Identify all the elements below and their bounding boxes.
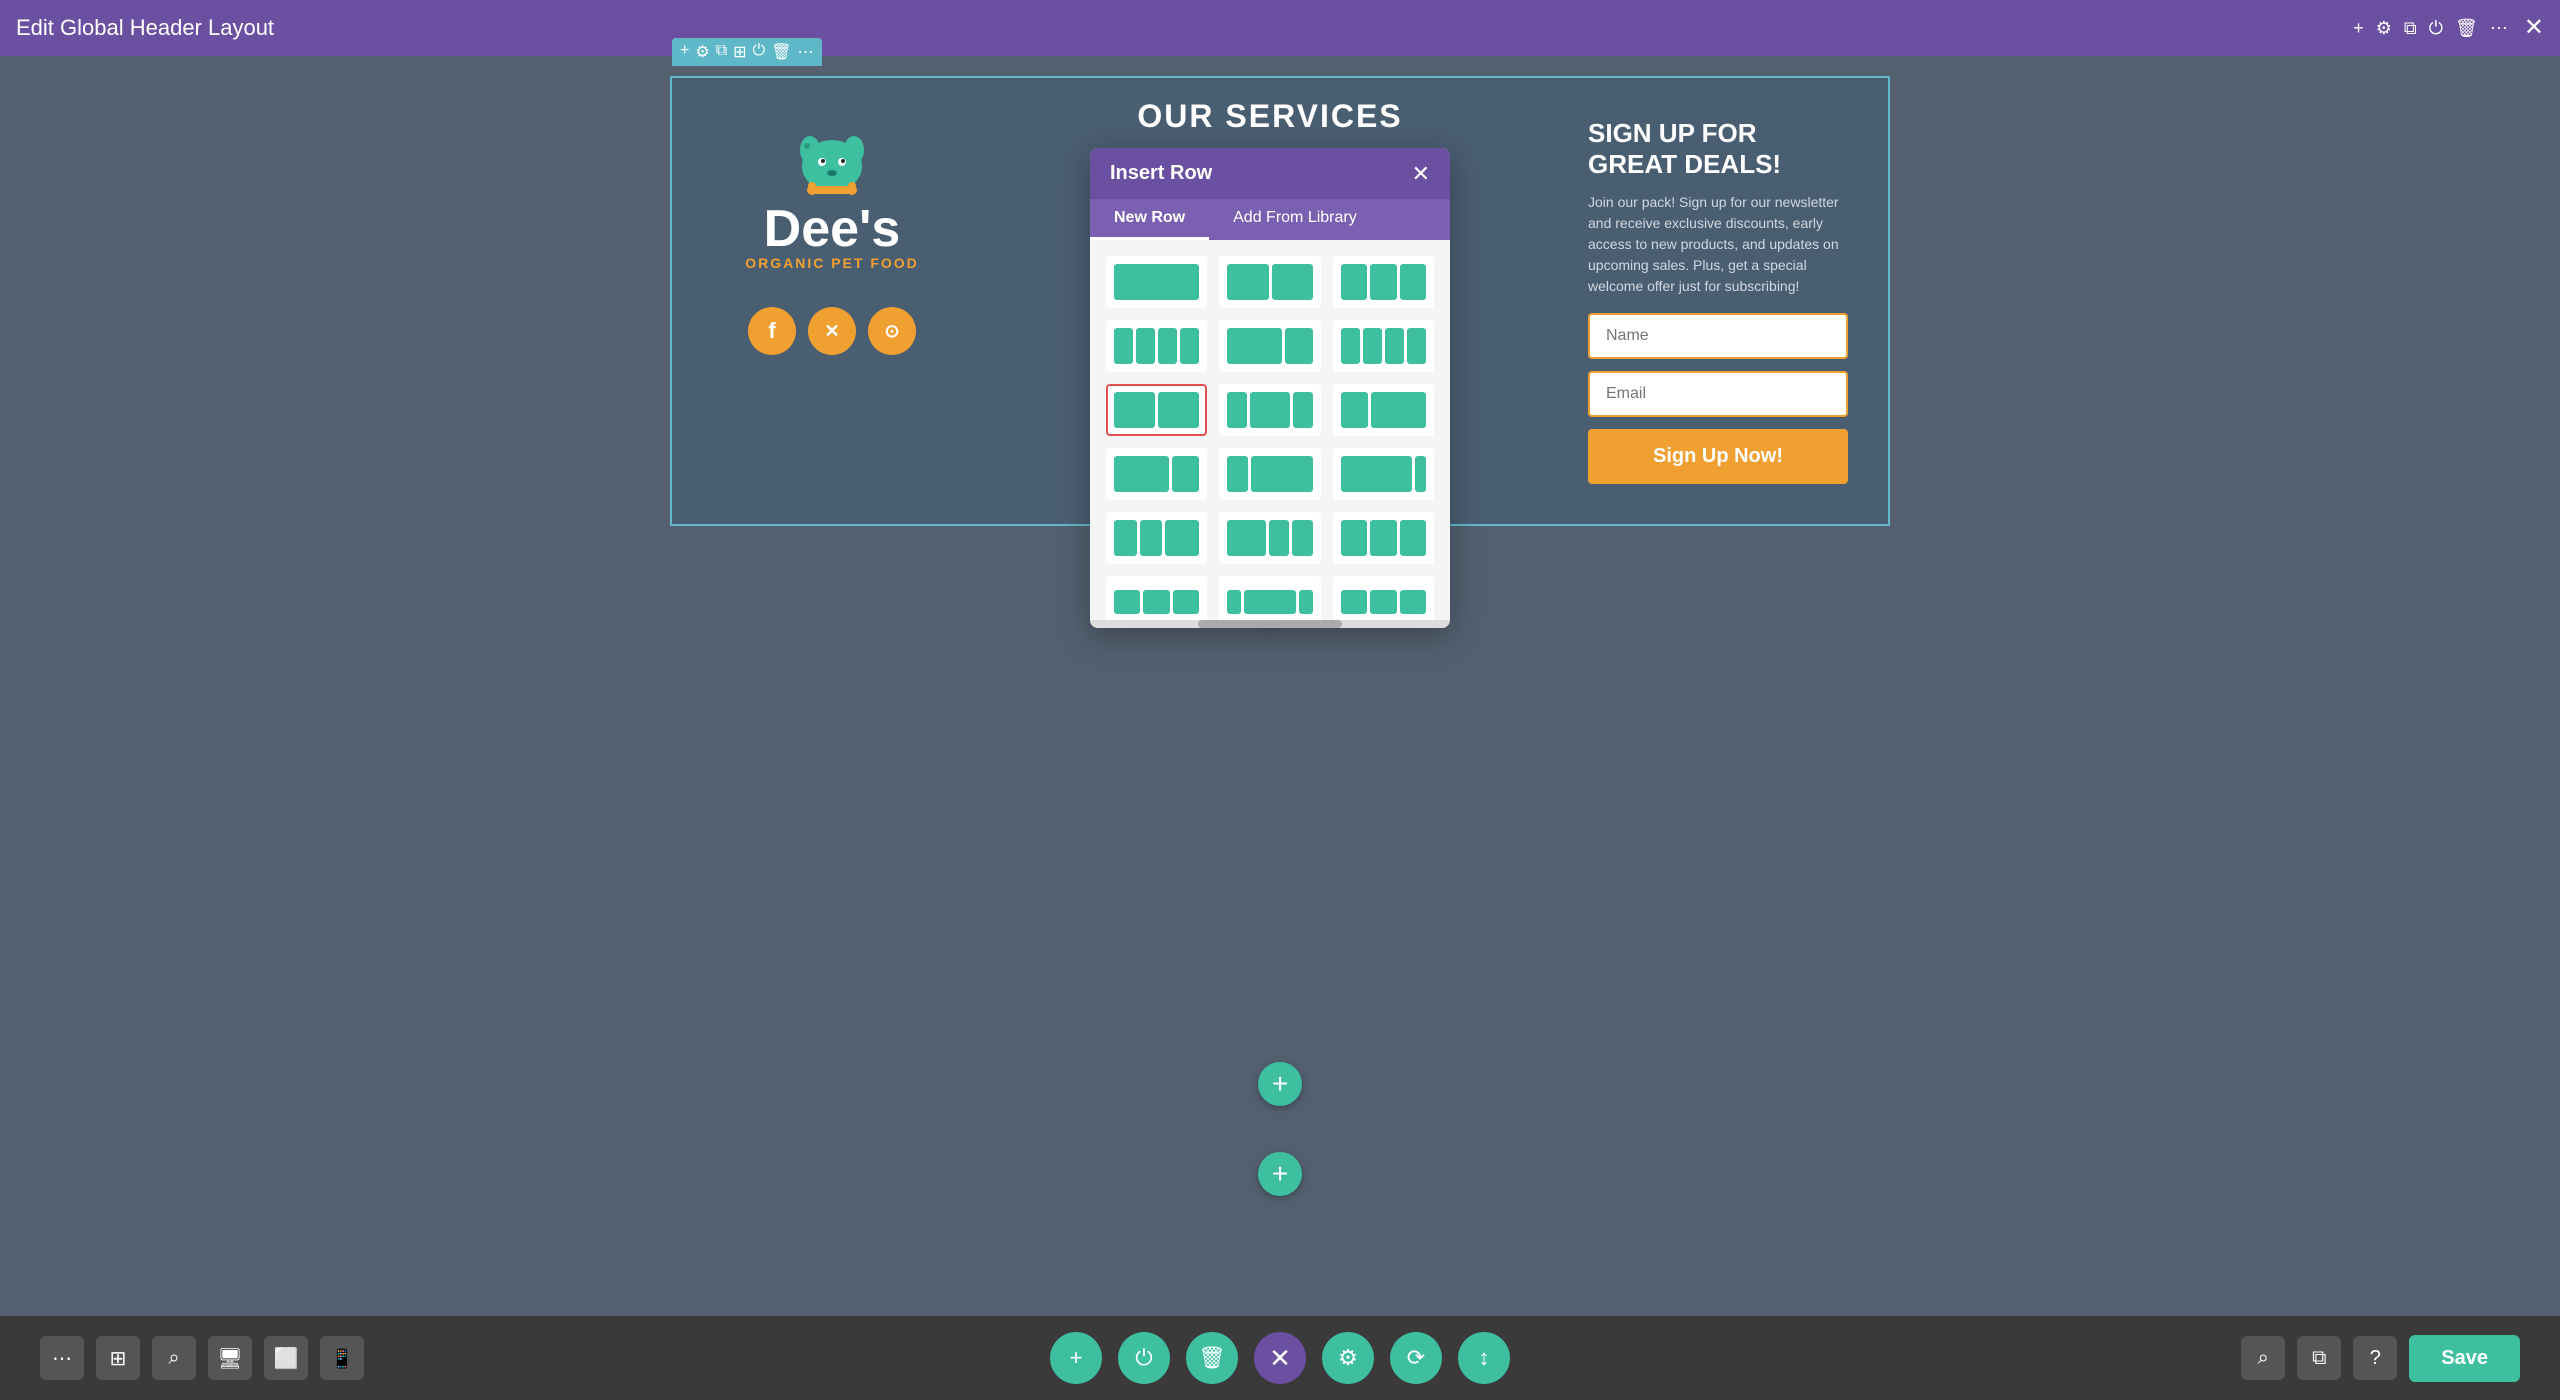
signup-title: SIGN UP FOR GREAT DEALS! <box>1588 118 1848 180</box>
facebook-icon[interactable]: f <box>748 307 796 355</box>
layout-add-icon[interactable]: + <box>680 42 689 62</box>
instagram-icon[interactable]: ⊙ <box>868 307 916 355</box>
title-bar: Edit Global Header Layout + ⚙ ⧉ ⏻ 🗑 ⋯ ✕ <box>0 0 2560 56</box>
layout-option-3col-unequal[interactable] <box>1219 384 1320 436</box>
layout-option-right-accent[interactable] <box>1333 448 1434 500</box>
save-button[interactable]: Save <box>2409 1335 2520 1382</box>
tab-add-from-library[interactable]: Add From Library <box>1209 199 1381 240</box>
signup-panel: SIGN UP FOR GREAT DEALS! Join our pack! … <box>1568 98 1868 504</box>
dialog-body <box>1090 240 1450 620</box>
add-section-button-1[interactable]: + <box>1258 1062 1302 1106</box>
layout-trash-icon[interactable]: 🗑 <box>771 42 791 62</box>
bottom-add-button[interactable]: + <box>1050 1332 1102 1384</box>
dog-logo-icon <box>782 118 882 198</box>
bottom-layers-icon[interactable]: ⧉ <box>2297 1336 2341 1380</box>
power-icon[interactable]: ⏻ <box>2429 18 2443 39</box>
bottom-tablet-icon[interactable]: ⬜ <box>264 1336 308 1380</box>
layout-option-3col-equal[interactable] <box>1333 256 1434 308</box>
twitter-x-icon[interactable]: ✕ <box>808 307 856 355</box>
layout-option-narrow-wide[interactable] <box>1219 576 1320 620</box>
title-bar-title: Edit Global Header Layout <box>16 15 2337 41</box>
bottom-desktop-icon[interactable]: 🖥 <box>208 1336 252 1380</box>
services-title: OUR SERVICES <box>1137 98 1402 135</box>
layout-option-2col-equal[interactable] <box>1219 256 1320 308</box>
email-input[interactable] <box>1588 371 1848 417</box>
header-layout: + ⚙ ⧉ ⊞ ⏻ 🗑 ⋯ <box>670 76 1890 526</box>
dialog-title: Insert Row <box>1110 162 1212 185</box>
dialog-tabs: New Row Add From Library <box>1090 199 1450 240</box>
signup-button[interactable]: Sign Up Now! <box>1588 429 1848 484</box>
bottom-history-button[interactable]: ⟳ <box>1390 1332 1442 1384</box>
menu-icon[interactable]: ⋯ <box>2490 18 2508 39</box>
bottom-gear-button[interactable]: ⚙ <box>1322 1332 1374 1384</box>
bottom-sort-button[interactable]: ↕ <box>1458 1332 1510 1384</box>
signup-description: Join our pack! Sign up for our newslette… <box>1588 192 1848 297</box>
title-bar-close-button[interactable]: ✕ <box>2524 16 2544 40</box>
layout-option-col-small[interactable] <box>1106 576 1207 620</box>
brand-panel: Dee's ORGANIC PET FOOD f ✕ ⊙ <box>692 98 972 504</box>
gear-icon[interactable]: ⚙ <box>2376 18 2392 39</box>
layout-option-1col[interactable] <box>1106 256 1207 308</box>
layout-option-4col-v2[interactable] <box>1333 320 1434 372</box>
layout-option-left-sidebar[interactable] <box>1106 448 1207 500</box>
layout-option-3col-v3[interactable] <box>1333 576 1434 620</box>
trash-icon[interactable]: 🗑 <box>2455 18 2478 39</box>
copy-icon[interactable]: ⧉ <box>2404 18 2417 39</box>
layout-option-mixed2[interactable] <box>1333 512 1434 564</box>
layout-menu-icon[interactable]: ⋯ <box>798 42 814 62</box>
bottom-help-icon[interactable]: ? <box>2353 1336 2397 1380</box>
name-input[interactable] <box>1588 313 1848 359</box>
layout-gear-icon[interactable]: ⚙ <box>695 42 709 62</box>
layout-option-2col-selected[interactable] <box>1106 384 1207 436</box>
bottom-close-button[interactable]: ✕ <box>1254 1332 1306 1384</box>
dialog-scrollbar-thumb[interactable] <box>1198 620 1342 628</box>
layout-option-center-wide[interactable] <box>1219 448 1320 500</box>
title-bar-icons: + ⚙ ⧉ ⏻ 🗑 ⋯ <box>2353 18 2508 39</box>
dialog-close-button[interactable]: ✕ <box>1412 163 1430 185</box>
tab-new-row[interactable]: New Row <box>1090 199 1209 240</box>
bottom-mobile-icon[interactable]: 📱 <box>320 1336 364 1380</box>
bottom-power-button[interactable]: ⏻ <box>1118 1332 1170 1384</box>
header-layout-toolbar: + ⚙ ⧉ ⊞ ⏻ 🗑 ⋯ <box>672 38 822 66</box>
layout-option-3col-stacked1[interactable] <box>1106 512 1207 564</box>
add-section-button-2[interactable]: + <box>1258 1152 1302 1196</box>
plus-icon[interactable]: + <box>2353 18 2364 39</box>
bottom-search-icon[interactable]: ⌕ <box>152 1336 196 1380</box>
layout-power-icon[interactable]: ⏻ <box>753 42 766 62</box>
dialog-scrollbar[interactable] <box>1090 620 1450 628</box>
insert-row-dialog: Insert Row ✕ New Row Add From Library <box>1090 148 1450 628</box>
bottom-menu-icon[interactable]: ⋯ <box>40 1336 84 1380</box>
layout-option-2col-unequal1[interactable] <box>1219 320 1320 372</box>
social-icons: f ✕ ⊙ <box>748 307 916 355</box>
layout-copy-icon[interactable]: ⧉ <box>716 42 727 62</box>
layout-option-2col-right-wide[interactable] <box>1333 384 1434 436</box>
dialog-header: Insert Row ✕ <box>1090 148 1450 199</box>
canvas-area: + ⚙ ⧉ ⊞ ⏻ 🗑 ⋯ <box>0 56 2560 1316</box>
bottom-toolbar-right: ⌕ ⧉ ? Save <box>2241 1335 2520 1382</box>
center-panel: OUR SERVICES Insert Row ✕ New Row Add Fr… <box>972 98 1568 504</box>
bottom-search-icon-right[interactable]: ⌕ <box>2241 1336 2285 1380</box>
brand-sub: ORGANIC PET FOOD <box>745 255 919 271</box>
bottom-trash-button[interactable]: 🗑 <box>1186 1332 1238 1384</box>
layout-option-mixed1[interactable] <box>1219 512 1320 564</box>
bottom-toolbar-center: + ⏻ 🗑 ✕ ⚙ ⟳ ↕ <box>1050 1332 1510 1384</box>
bottom-toolbar-left: ⋯ ⊞ ⌕ 🖥 ⬜ 📱 <box>40 1336 364 1380</box>
bottom-toolbar: ⋯ ⊞ ⌕ 🖥 ⬜ 📱 + ⏻ 🗑 ✕ ⚙ ⟳ ↕ ⌕ ⧉ ? Save <box>0 1316 2560 1400</box>
bottom-grid-icon[interactable]: ⊞ <box>96 1336 140 1380</box>
layout-grid-icon[interactable]: ⊞ <box>733 42 746 62</box>
logo-area: Dee's ORGANIC PET FOOD <box>745 118 919 271</box>
brand-name: Dee's <box>745 203 919 255</box>
layout-option-4col[interactable] <box>1106 320 1207 372</box>
